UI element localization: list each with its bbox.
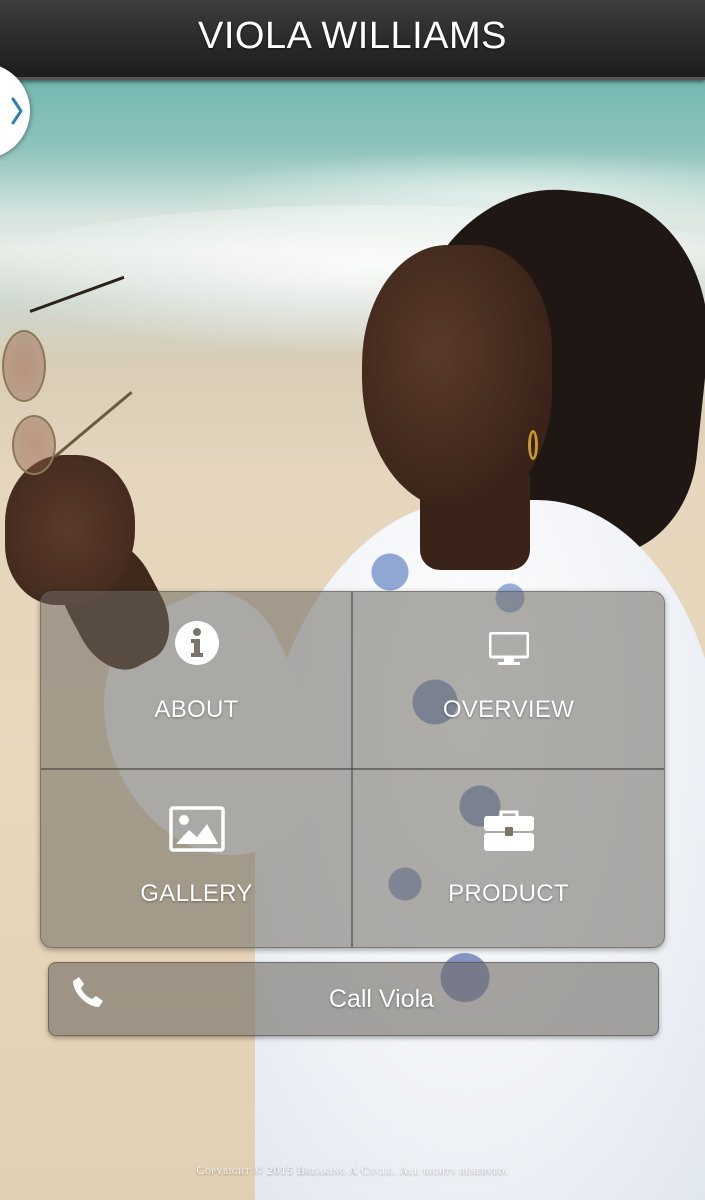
- call-button[interactable]: Call Viola: [48, 962, 659, 1036]
- briefcase-icon: [483, 800, 535, 852]
- product-tile[interactable]: PRODUCT: [353, 770, 664, 947]
- info-circle-icon: [174, 614, 220, 666]
- app-header: VIOLA WILLIAMS: [0, 0, 705, 80]
- overview-label: OVERVIEW: [442, 696, 575, 723]
- chevron-right-icon: [10, 96, 24, 126]
- page-title: VIOLA WILLIAMS: [198, 15, 507, 57]
- desktop-icon: [488, 614, 529, 666]
- nav-tile-grid: ABOUT OVERVIEW GALLERY PRODUCT: [40, 591, 665, 948]
- gallery-tile[interactable]: GALLERY: [41, 770, 352, 947]
- call-label: Call Viola: [328, 985, 435, 1013]
- image-icon: [168, 800, 225, 852]
- product-label: PRODUCT: [448, 880, 569, 907]
- gallery-label: GALLERY: [140, 880, 253, 907]
- overview-tile[interactable]: OVERVIEW: [353, 592, 664, 769]
- about-tile[interactable]: ABOUT: [41, 592, 352, 769]
- about-label: ABOUT: [154, 696, 239, 723]
- copyright-text: Copyright © 2015 Breaking A Cycle. All r…: [196, 1163, 509, 1177]
